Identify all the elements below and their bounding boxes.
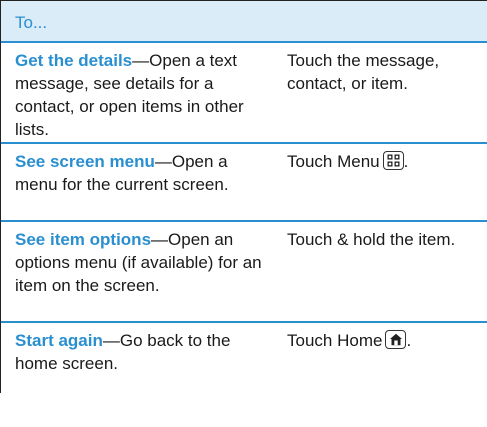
table-row: See item options—Open an options menu (i… bbox=[1, 220, 487, 321]
table-row: Get the details—Open a text message, see… bbox=[1, 43, 487, 142]
header-label: To... bbox=[15, 13, 48, 32]
row-description: Start again—Go back to the home screen. bbox=[1, 323, 271, 393]
row-action: Touch & hold the item. bbox=[271, 222, 487, 321]
row-action-text: Touch the message, contact, or item. bbox=[287, 51, 440, 93]
table-row: Start again—Go back to the home screen. … bbox=[1, 321, 487, 393]
row-term: See screen menu bbox=[15, 152, 155, 171]
row-term: See item options bbox=[15, 230, 152, 249]
row-description: Get the details—Open a text message, see… bbox=[1, 43, 271, 142]
row-action-text: Touch Home bbox=[287, 331, 383, 350]
table-header: To... bbox=[1, 0, 487, 43]
row-action: Touch Home. bbox=[271, 323, 487, 393]
row-action-period: . bbox=[403, 152, 409, 171]
row-term: Get the details bbox=[15, 51, 133, 70]
home-key-icon bbox=[385, 330, 407, 349]
row-description: See screen menu—Open a menu for the curr… bbox=[1, 144, 271, 220]
row-action: Touch the message, contact, or item. bbox=[271, 43, 487, 142]
row-action-text: Touch & hold the item. bbox=[287, 230, 456, 249]
instruction-table: To... Get the details—Open a text messag… bbox=[0, 0, 487, 393]
menu-key-icon bbox=[382, 151, 404, 170]
row-action: Touch Menu. bbox=[271, 144, 487, 220]
row-action-text: Touch Menu bbox=[287, 152, 380, 171]
row-term: Start again bbox=[15, 331, 103, 350]
row-action-period: . bbox=[406, 331, 412, 350]
row-description: See item options—Open an options menu (i… bbox=[1, 222, 271, 321]
table-row: See screen menu—Open a menu for the curr… bbox=[1, 142, 487, 220]
